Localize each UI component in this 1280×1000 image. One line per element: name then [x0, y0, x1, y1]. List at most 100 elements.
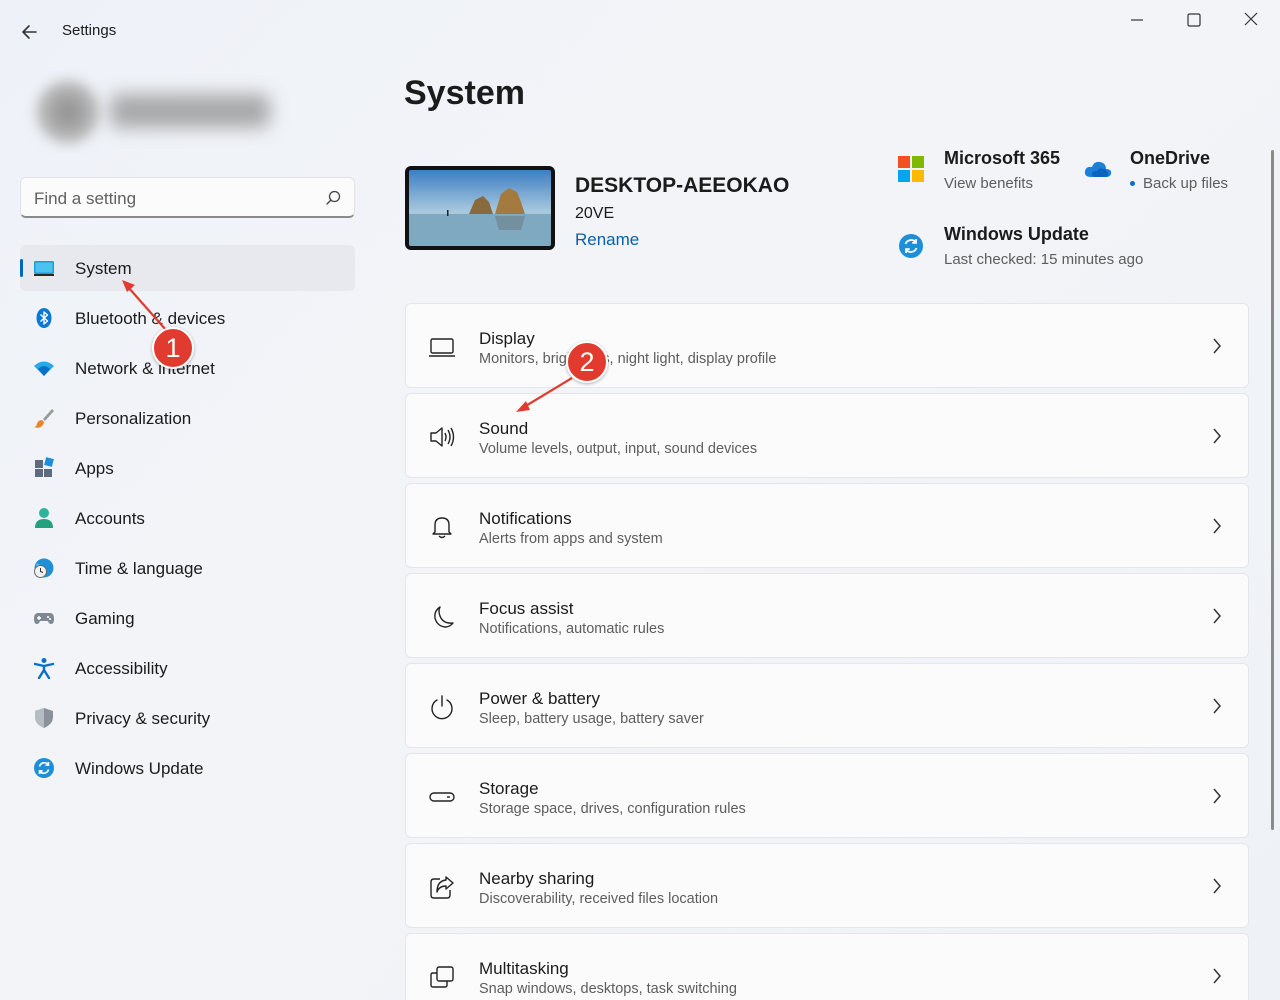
- storage-icon: [429, 792, 455, 802]
- sidebar-item-accounts[interactable]: Accounts: [20, 495, 355, 545]
- card-description: Monitors, brightness, night light, displ…: [479, 351, 777, 367]
- status-dot-icon: [1130, 181, 1135, 186]
- sidebar-item-label: Accounts: [75, 509, 145, 528]
- card-title: Focus assist: [479, 599, 574, 618]
- system-icon: [34, 261, 54, 276]
- microsoft-logo-icon: [898, 156, 924, 182]
- sidebar-item-label: Gaming: [75, 609, 135, 628]
- moon-icon: [434, 606, 454, 628]
- search-box[interactable]: Find a setting: [20, 177, 355, 218]
- sidebar-item-label: Bluetooth & devices: [75, 309, 226, 328]
- quick-link-title: OneDrive: [1130, 148, 1211, 168]
- card-title: Multitasking: [479, 959, 569, 978]
- apps-icon: [35, 457, 54, 477]
- user-name-blurred: [110, 94, 270, 128]
- card-description: Snap windows, desktops, task switching: [479, 981, 737, 997]
- quick-link-subtitle: View benefits: [944, 175, 1033, 192]
- chevron-right-icon: [1213, 338, 1221, 354]
- device-name: DESKTOP-AEEOKAO: [575, 174, 790, 197]
- power-icon: [431, 695, 453, 720]
- wallpaper-image: [409, 170, 551, 246]
- annotation-marker-1: 1: [152, 327, 194, 369]
- user-profile[interactable]: [18, 62, 298, 162]
- gamepad-icon: [34, 613, 54, 624]
- page-title: System: [404, 74, 525, 112]
- quick-link-subtitle: Back up files: [1143, 175, 1229, 192]
- close-button[interactable]: [1231, 8, 1271, 32]
- active-indicator: [20, 259, 23, 277]
- card-title: Sound: [479, 419, 529, 438]
- avatar: [36, 80, 100, 144]
- chevron-right-icon: [1213, 518, 1221, 534]
- back-arrow-icon: [22, 25, 37, 39]
- card-title: Notifications: [479, 509, 572, 528]
- share-icon: [430, 876, 454, 899]
- card-description: Volume levels, output, input, sound devi…: [479, 441, 758, 457]
- sidebar-item-label: Windows Update: [75, 759, 204, 778]
- settings-card-sound[interactable]: Sound Volume levels, output, input, soun…: [405, 393, 1249, 478]
- minimize-button[interactable]: [1117, 8, 1157, 32]
- sidebar-item-label: Time & language: [75, 559, 203, 578]
- quick-link-subtitle: Last checked: 15 minutes ago: [944, 251, 1144, 268]
- card-title: Storage: [479, 779, 539, 798]
- sidebar-item-personalization[interactable]: Personalization: [20, 395, 355, 445]
- settings-card-display[interactable]: Display Monitors, brightness, night ligh…: [405, 303, 1249, 388]
- sidebar-item-label: Privacy & security: [75, 709, 211, 728]
- speaker-icon: [430, 427, 455, 447]
- close-icon: [1244, 12, 1258, 26]
- sidebar-item-time-language[interactable]: Time & language: [20, 545, 355, 595]
- settings-card-focus-assist[interactable]: Focus assist Notifications, automatic ru…: [405, 573, 1249, 658]
- settings-card-power-battery[interactable]: Power & battery Sleep, battery usage, ba…: [405, 663, 1249, 748]
- rename-link[interactable]: Rename: [575, 230, 639, 250]
- sidebar-item-label: Apps: [75, 459, 114, 478]
- accessibility-icon: [33, 658, 55, 679]
- sidebar-item-label: Network & internet: [75, 359, 215, 378]
- settings-card-multitasking[interactable]: Multitasking Snap windows, desktops, tas…: [405, 933, 1249, 1000]
- shield-icon: [35, 708, 53, 728]
- wifi-icon: [34, 361, 54, 376]
- card-title: Power & battery: [479, 689, 600, 708]
- card-description: Discoverability, received files location: [479, 891, 719, 907]
- sidebar-item-apps[interactable]: Apps: [20, 445, 355, 495]
- accounts-icon: [35, 508, 53, 528]
- update-icon: [34, 758, 54, 778]
- title-bar: Settings: [0, 0, 1280, 60]
- sidebar-item-system[interactable]: System: [20, 245, 355, 291]
- onedrive-cloud-icon: [1084, 161, 1112, 177]
- scrollbar[interactable]: [1271, 150, 1274, 830]
- sidebar-item-windows-update[interactable]: Windows Update: [20, 745, 355, 795]
- card-description: Sleep, battery usage, battery saver: [479, 711, 704, 727]
- device-thumbnail: [405, 166, 555, 250]
- sidebar-item-label: Personalization: [75, 409, 192, 428]
- chevron-right-icon: [1213, 608, 1221, 624]
- settings-card-storage[interactable]: Storage Storage space, drives, configura…: [405, 753, 1249, 838]
- device-model: 20VE: [575, 205, 615, 222]
- card-title: Display: [479, 329, 535, 348]
- search-icon[interactable]: [324, 189, 342, 207]
- card-description: Alerts from apps and system: [479, 531, 663, 547]
- maximize-button[interactable]: [1174, 8, 1214, 32]
- bluetooth-icon: [36, 308, 52, 328]
- sidebar-item-accessibility[interactable]: Accessibility: [20, 645, 355, 695]
- back-button[interactable]: [16, 18, 44, 46]
- sidebar-item-label: Accessibility: [75, 659, 168, 678]
- settings-card-nearby-sharing[interactable]: Nearby sharing Discoverability, received…: [405, 843, 1249, 928]
- sidebar-nav: System Bluetooth & devices Network & int…: [20, 245, 355, 795]
- settings-list: Display Monitors, brightness, night ligh…: [405, 303, 1249, 1000]
- sidebar-item-gaming[interactable]: Gaming: [20, 595, 355, 645]
- search-input[interactable]: Find a setting: [34, 189, 136, 209]
- display-icon: [429, 338, 455, 357]
- bell-icon: [432, 517, 452, 539]
- globe-clock-icon: [34, 558, 54, 578]
- app-title: Settings: [62, 22, 117, 39]
- card-title: Nearby sharing: [479, 869, 595, 888]
- card-description: Storage space, drives, configuration rul…: [479, 801, 746, 817]
- quick-link-title: Windows Update: [944, 224, 1089, 244]
- chevron-right-icon: [1213, 698, 1221, 714]
- settings-card-notifications[interactable]: Notifications Alerts from apps and syste…: [405, 483, 1249, 568]
- windows-update-icon: [899, 234, 923, 258]
- minimize-icon: [1131, 19, 1143, 21]
- chevron-right-icon: [1213, 968, 1221, 984]
- sidebar-item-privacy[interactable]: Privacy & security: [20, 695, 355, 745]
- chevron-right-icon: [1213, 878, 1221, 894]
